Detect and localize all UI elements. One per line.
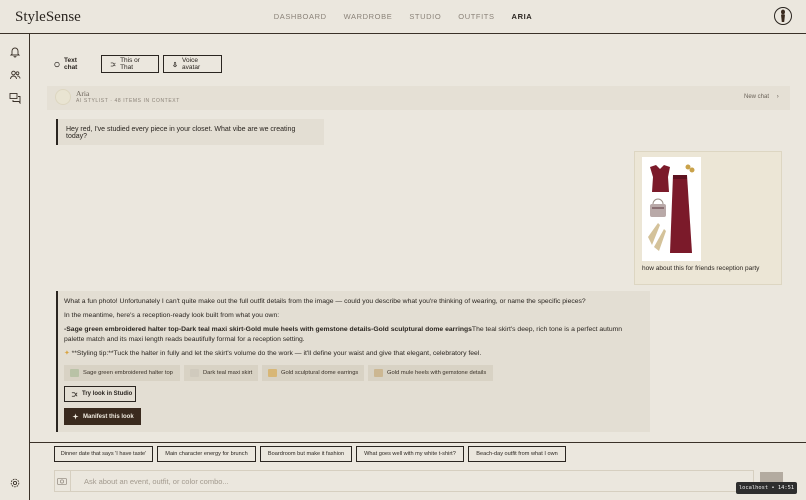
reply-outfit-line: -Sage green embroidered halter top-Dark … (64, 325, 622, 335)
chevron-right-icon: › (776, 94, 779, 100)
try-in-studio-button[interactable]: Try look in Studio (64, 386, 136, 402)
reply-outfit-note-2: palette match and its maxi length reads … (64, 336, 305, 343)
suggestion-label: What goes well with my white t-shirt? (364, 451, 456, 457)
shuffle-icon (110, 62, 116, 66)
tab-this-or-that-label: This or That (120, 57, 140, 71)
item-chip-label: Dark teal maxi skirt (203, 370, 253, 376)
item-chip-dome-earrings[interactable]: Gold sculptural dome earrings (262, 365, 364, 381)
suggestion-chip[interactable]: What goes well with my white t-shirt? (356, 446, 464, 462)
nav-studio[interactable]: STUDIO (409, 12, 441, 21)
new-chat-button[interactable]: New chat › (744, 94, 779, 100)
assistant-message: Hey red, I've studied every piece in you… (56, 119, 324, 145)
assistant-name: Aria (76, 89, 90, 98)
nav-aria[interactable]: ARIA (512, 12, 533, 21)
manifest-look-label: Manifest this look (83, 413, 134, 420)
nav-dashboard[interactable]: DASHBOARD (274, 12, 327, 21)
reply-paragraph-2: In the meantime, here's a reception-read… (64, 312, 280, 319)
users-icon[interactable] (9, 69, 21, 81)
item-chip-label: Sage green embroidered halter top (83, 370, 173, 376)
tab-voice-avatar-label: Voice avatar (182, 57, 201, 71)
suggestion-label: Main character energy for brunch (165, 451, 248, 457)
assistant-subtitle: AI STYLIST · 48 ITEMS IN CONTEXT (76, 98, 180, 104)
sparkle-icon (72, 413, 79, 420)
reply-tip-line: ✦ **Styling tip:**Tuck the halter in ful… (64, 349, 481, 359)
gear-icon[interactable] (9, 477, 21, 489)
sparkle-icon: ✦ (64, 350, 70, 357)
aria-avatar (55, 89, 71, 105)
tab-voice-avatar[interactable]: Voice avatar (163, 55, 222, 73)
attach-image-button[interactable] (54, 471, 71, 491)
new-chat-label: New chat (744, 94, 770, 100)
localhost-toast: localhost • 14:51 (736, 482, 797, 494)
suggestion-chip[interactable]: Dinner date that says 'I have taste' (54, 446, 153, 462)
composer-divider (30, 442, 806, 443)
suggestion-chip[interactable]: Main character energy for brunch (157, 446, 256, 462)
try-in-studio-label: Try look in Studio (82, 391, 133, 397)
shuffle-icon (71, 391, 78, 397)
item-thumbnail (268, 369, 277, 377)
item-chip-label: Gold sculptural dome earrings (281, 370, 359, 376)
suggestion-label: Dinner date that says 'I have taste' (60, 451, 147, 457)
item-thumbnail (70, 369, 79, 377)
item-chip-halter-top[interactable]: Sage green embroidered halter top (64, 365, 180, 381)
greeting-text: Hey red, I've studied every piece in you… (66, 126, 296, 140)
tab-this-or-that[interactable]: This or That (101, 55, 159, 73)
main-nav: DASHBOARD WARDROBE STUDIO OUTFITS ARIA (0, 12, 806, 21)
suggestion-chip[interactable]: Beach-day outfit from what I own (468, 446, 566, 462)
item-chip-maxi-skirt[interactable]: Dark teal maxi skirt (184, 365, 258, 381)
item-thumbnail (374, 369, 383, 377)
reply-paragraph-1: What a fun photo! Unfortunately I can't … (64, 298, 586, 305)
message-input[interactable] (84, 474, 734, 488)
mic-icon (173, 61, 177, 67)
user-caption: how about this for friends reception par… (642, 265, 760, 272)
item-chip-mule-heels[interactable]: Gold mule heels with gemstone details (368, 365, 493, 381)
tab-text-chat-label: Text chat (63, 57, 78, 71)
outfit-photo[interactable] (642, 157, 701, 261)
reply-outfit-items: -Sage green embroidered halter top-Dark … (64, 326, 472, 333)
suggestion-label: Boardroom but make it fashion (267, 451, 345, 457)
manifest-look-button[interactable]: Manifest this look (64, 408, 141, 425)
camera-icon (57, 478, 67, 485)
suggestion-chip[interactable]: Boardroom but make it fashion (260, 446, 352, 462)
bell-icon[interactable] (9, 46, 21, 58)
suggestion-label: Beach-day outfit from what I own (476, 451, 558, 457)
nav-outfits[interactable]: OUTFITS (458, 12, 494, 21)
reply-outfit-note-1: The teal skirt's deep, rich tone is a pe… (471, 326, 623, 333)
reply-tip: **Styling tip:**Tuck the halter in fully… (71, 350, 482, 357)
tab-text-chat[interactable]: Text chat (46, 55, 96, 73)
outfit-illustration (648, 164, 695, 253)
nav-wardrobe[interactable]: WARDROBE (344, 12, 393, 21)
item-thumbnail (190, 369, 199, 377)
user-avatar[interactable] (774, 7, 792, 25)
item-chip-label: Gold mule heels with gemstone details (387, 370, 487, 376)
chat-bubble-icon (54, 61, 60, 67)
user-avatar-icon (781, 9, 785, 22)
chat-icon[interactable] (9, 92, 21, 104)
